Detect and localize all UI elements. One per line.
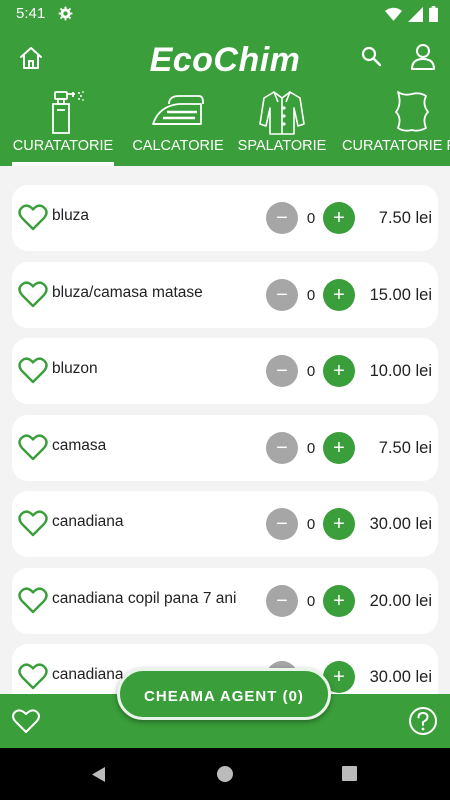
shirt-icon (259, 91, 305, 135)
product-price: 7.50 lei (378, 438, 432, 457)
decrease-quantity-button[interactable]: − (266, 584, 298, 617)
favorite-heart-icon[interactable] (18, 356, 48, 384)
product-price: 10.00 lei (369, 362, 432, 380)
status-time: 5:41 (16, 5, 46, 22)
decrease-quantity-button[interactable]: − (266, 278, 298, 311)
product-row: canadiana −0 +30.00 lei (12, 491, 438, 557)
tab-label: CALCATORIE (132, 138, 224, 154)
decrease-quantity-button[interactable]: − (266, 431, 298, 464)
app-bar: EcoChim CURATATORIE CALCATORIE SPALATORI… (0, 28, 450, 166)
increase-quantity-button[interactable]: + (323, 355, 355, 387)
decrease-quantity-button[interactable]: − (266, 202, 298, 234)
increase-quantity-button[interactable]: + (323, 202, 355, 234)
product-name: camasa (52, 436, 107, 454)
product-row: bluza/camasa matase −0 +15.00 lei (12, 261, 438, 328)
favorite-heart-icon[interactable] (18, 203, 48, 231)
quantity-value: 0 (306, 439, 316, 457)
increase-quantity-button[interactable]: + (323, 431, 355, 464)
decrease-quantity-button[interactable]: − (266, 355, 298, 387)
tab-label: SPALATORIE (237, 138, 327, 154)
quantity-value: 0 (306, 516, 316, 533)
favorite-heart-icon[interactable] (18, 280, 48, 308)
system-icons (385, 6, 438, 22)
product-price: 20.00 lei (369, 591, 432, 610)
product-name: canadiana (52, 513, 124, 530)
product-row: bluza −0 +7.50 lei (12, 185, 438, 251)
back-icon[interactable] (90, 766, 106, 783)
product-name: bluza (52, 207, 90, 224)
quantity-value: 0 (306, 592, 316, 610)
favorite-heart-icon[interactable] (18, 586, 48, 614)
product-row: camasa −0 +7.50 lei (12, 414, 438, 481)
quantity-value: 0 (306, 210, 316, 227)
tab-spalatorie[interactable]: SPALATORIE (236, 86, 328, 166)
product-name: bluza/camasa matase (52, 283, 203, 301)
home-nav-icon[interactable] (216, 765, 234, 783)
product-row: canadiana copil pana 7 ani −0 +20.00 lei (12, 567, 438, 634)
product-row: bluzon −0 +10.00 lei (12, 338, 438, 404)
quantity-value: 0 (306, 363, 316, 380)
signal-icon (408, 6, 423, 22)
settings-gear-icon (58, 6, 73, 21)
product-price: 15.00 lei (369, 285, 432, 304)
spray-bottle-icon (52, 91, 84, 134)
product-name: canadiana copil pana 7 ani (52, 589, 237, 607)
product-name: canadiana (52, 666, 124, 683)
help-icon[interactable] (408, 706, 438, 736)
iron-icon (152, 95, 204, 125)
tab-calcatorie[interactable]: CALCATORIE (126, 86, 230, 166)
category-tabs: CURATATORIE CALCATORIE SPALATORIE CURATA… (0, 86, 450, 166)
product-name: bluzon (52, 360, 98, 377)
favorite-heart-icon[interactable] (18, 662, 48, 690)
decrease-quantity-button[interactable]: − (266, 508, 298, 540)
tab-curatatorie[interactable]: CURATATORIE (8, 86, 118, 166)
call-agent-button[interactable]: CHEAMA AGENT (0) (117, 668, 331, 720)
favorite-heart-icon[interactable] (18, 433, 48, 461)
search-icon[interactable] (360, 45, 384, 69)
system-nav-bar (0, 748, 450, 800)
product-price: 30.00 lei (369, 515, 432, 533)
battery-icon (429, 6, 438, 22)
increase-quantity-button[interactable]: + (323, 584, 355, 617)
tab-curatatorie-piele[interactable]: CURATATORIE P (342, 86, 450, 166)
tab-label: CURATATORIE P (342, 138, 450, 154)
recents-icon[interactable] (342, 766, 357, 781)
status-bar: 5:41 (0, 0, 450, 28)
user-icon[interactable] (410, 43, 436, 71)
product-price: 30.00 lei (369, 668, 432, 686)
wifi-icon (385, 7, 402, 21)
leather-icon (395, 91, 429, 132)
product-price: 7.50 lei (378, 209, 432, 227)
increase-quantity-button[interactable]: + (323, 508, 355, 540)
favorites-heart-icon[interactable] (12, 708, 40, 734)
product-list: bluza −0 +7.50 lei bluza/camasa matase −0 +15… (0, 166, 450, 694)
favorite-heart-icon[interactable] (18, 509, 48, 537)
tab-label: CURATATORIE (12, 138, 114, 154)
quantity-value: 0 (306, 286, 316, 304)
increase-quantity-button[interactable]: + (323, 278, 355, 311)
